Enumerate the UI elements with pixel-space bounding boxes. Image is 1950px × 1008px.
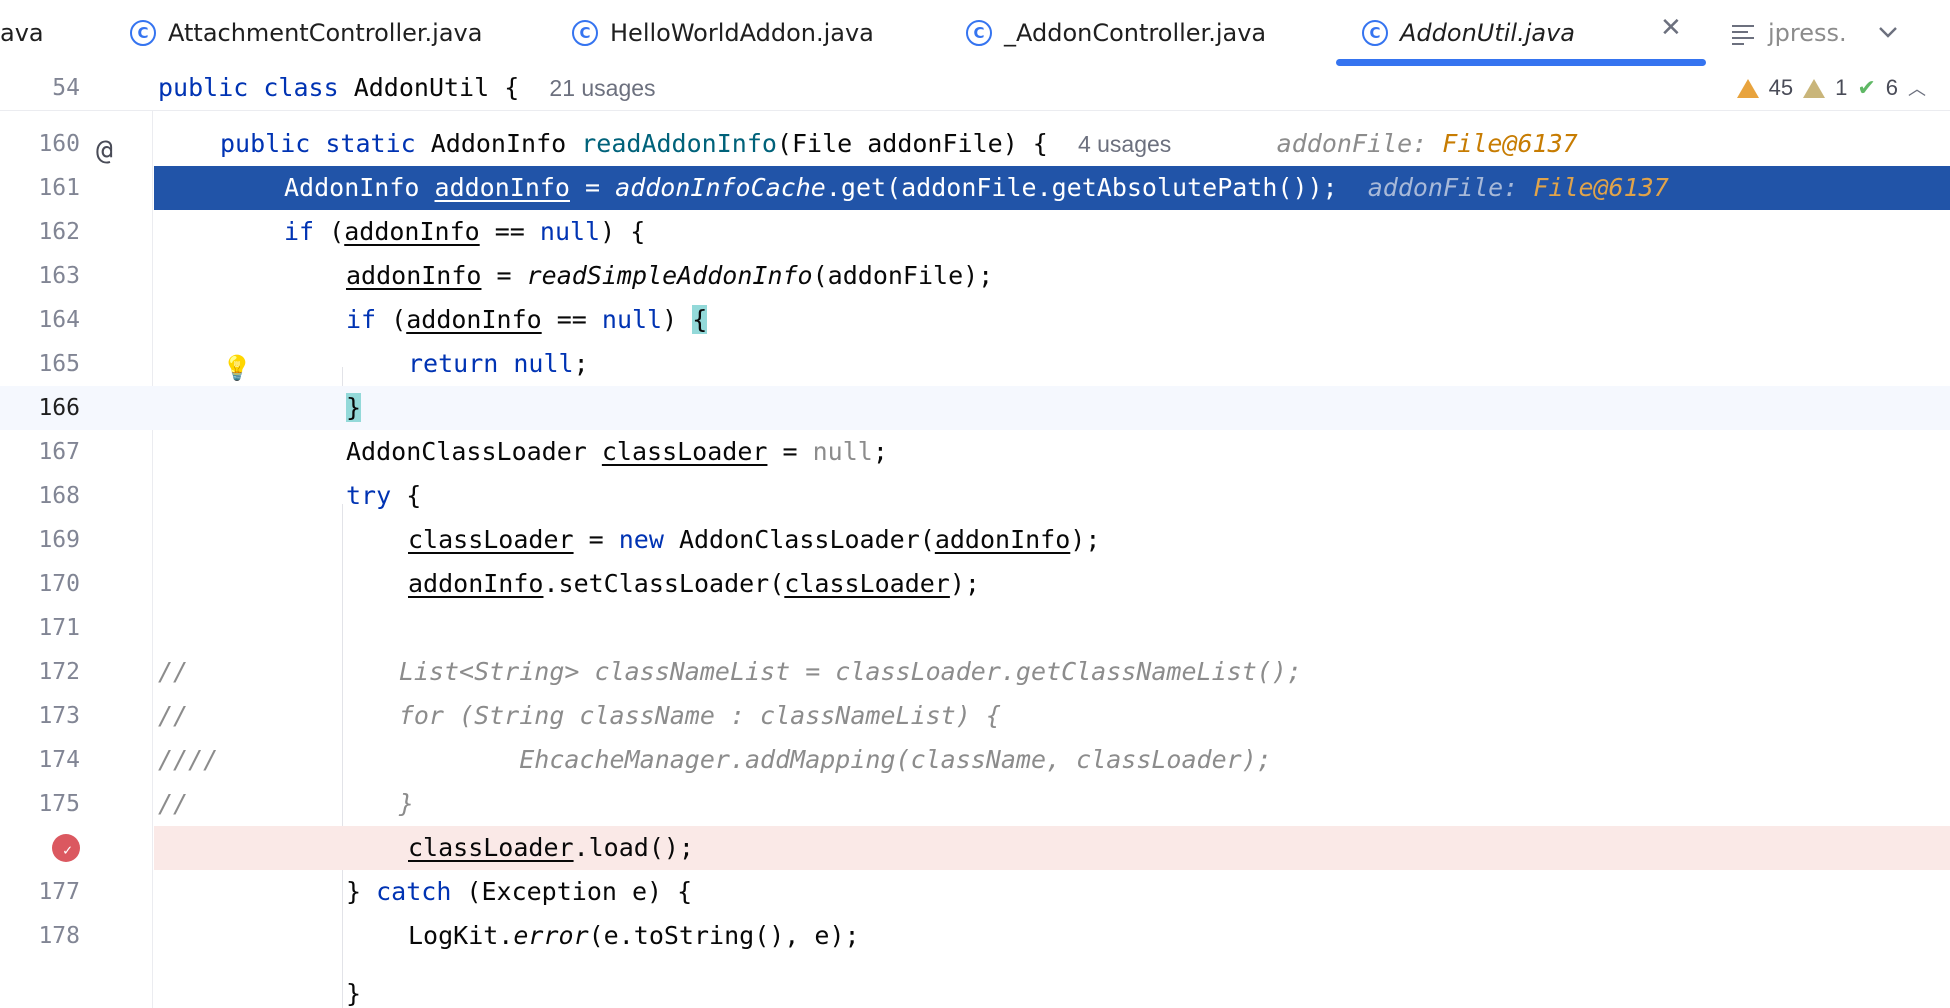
code-editor[interactable]: 54 public class AddonUtil { 21 usages 45… — [0, 66, 1950, 1008]
tab-addon-controller[interactable]: C _AddonController.java — [966, 0, 1266, 66]
tab-attachment-controller[interactable]: C AttachmentController.java — [130, 0, 482, 66]
code-text: public static AddonInfo readAddonInfo(Fi… — [220, 129, 1578, 158]
code-text: LogKit.error(e.toString(), e); — [408, 921, 860, 950]
code-text: } — [346, 393, 362, 422]
comment-text: // for (String className : classNameList… — [158, 701, 1001, 730]
gutter-cell: 161 — [0, 166, 154, 210]
code-line[interactable]: 162 if (addonInfo == null) { — [0, 210, 1950, 254]
line-number: 174 — [38, 747, 80, 773]
code-line[interactable]: 168 try { — [0, 474, 1950, 518]
code-text: AddonClassLoader classLoader = null; — [346, 437, 888, 466]
weak-warning-count: 1 — [1835, 75, 1848, 100]
line-number: 170 — [38, 571, 80, 597]
editor-tab-bar: ava C AttachmentController.java C HelloW… — [0, 0, 1950, 67]
line-number: 173 — [38, 703, 80, 729]
code-text: AddonInfo addonInfo = addonInfoCache.get… — [284, 173, 1669, 202]
code-text: try { — [346, 481, 422, 510]
gutter-cell — [0, 826, 154, 872]
code-line[interactable]: 173 // for (String className : className… — [0, 694, 1950, 738]
code-text: classLoader.load(); — [408, 833, 694, 862]
active-tab-indicator — [1336, 59, 1706, 66]
line-number: 163 — [38, 263, 80, 289]
tab-label: AttachmentController.java — [168, 19, 483, 47]
brace: { — [504, 73, 520, 102]
code-line[interactable]: 174 //// EhcacheManager.addMapping(class… — [0, 738, 1950, 782]
tab-label: jpress. — [1768, 19, 1847, 47]
comment-text: //// EhcacheManager.addMapping(className… — [158, 745, 1272, 774]
class-icon: C — [1362, 20, 1388, 46]
text-file-icon — [1732, 23, 1754, 45]
code-line[interactable]: 164 if (addonInfo == null) { — [0, 298, 1950, 342]
chevron-down-icon[interactable] — [1876, 12, 1900, 57]
code-text: classLoader = new AddonClassLoader(addon… — [408, 525, 1101, 554]
code-text: } catch (Exception e) { — [346, 877, 693, 906]
line-number: 166 — [38, 395, 80, 421]
check-icon: ✔ — [1857, 75, 1876, 100]
breakpoint-icon[interactable] — [52, 828, 80, 872]
close-icon[interactable]: ✕ — [1660, 12, 1682, 43]
sticky-header-line[interactable]: 54 public class AddonUtil { 21 usages — [0, 66, 1950, 111]
execution-point-line[interactable]: AddonInfo addonInfo = addonInfoCache.get… — [154, 166, 1950, 210]
tab-label: _AddonController.java — [1004, 19, 1267, 47]
tab-addon-util[interactable]: C AddonUtil.java — [1362, 0, 1575, 66]
line-number: 177 — [38, 879, 80, 905]
code-line[interactable]: 170 addonInfo.setClassLoader(classLoader… — [0, 562, 1950, 606]
keyword: class — [263, 73, 339, 102]
class-icon: C — [966, 20, 992, 46]
code-text: addonInfo = readSimpleAddonInfo(addonFil… — [346, 261, 994, 290]
chevron-up-icon[interactable]: ︿ — [1908, 75, 1926, 101]
code-line[interactable]: 169 classLoader = new AddonClassLoader(a… — [0, 518, 1950, 562]
code-line[interactable]: 178 LogKit.error(e.toString(), e); — [0, 914, 1950, 958]
tab-jpress[interactable]: jpress. — [1732, 0, 1847, 66]
class-icon: C — [572, 20, 598, 46]
code-line[interactable]: } — [0, 958, 1950, 1008]
line-number: 172 — [38, 659, 80, 685]
caret-line[interactable]: 166 } — [0, 386, 1950, 430]
code-line[interactable]: 175 // } — [0, 782, 1950, 826]
code-line[interactable]: 165 💡 return null; — [0, 342, 1950, 386]
line-number: 171 — [38, 615, 80, 641]
problems-widget[interactable]: 45 1 ✔ 6 ︿ — [1720, 66, 1950, 110]
code-line[interactable]: 177 } catch (Exception e) { — [0, 870, 1950, 914]
line-number: 167 — [38, 439, 80, 465]
code-line[interactable]: 167 AddonClassLoader classLoader = null; — [0, 430, 1950, 474]
keyword: public — [158, 73, 249, 102]
class-icon: C — [130, 20, 156, 46]
code-text: addonInfo.setClassLoader(classLoader); — [408, 569, 980, 598]
line-number: 175 — [38, 791, 80, 817]
tab-label: HelloWorldAddon.java — [610, 19, 874, 47]
ok-count: 6 — [1885, 75, 1898, 100]
line-number: 54 — [52, 75, 80, 101]
lightbulb-icon[interactable]: 💡 — [222, 346, 252, 390]
line-number: 165 — [38, 351, 80, 377]
tab-partial-java[interactable]: ava — [0, 0, 44, 66]
weak-warning-icon — [1803, 78, 1826, 98]
line-number: 168 — [38, 483, 80, 509]
line-number: 162 — [38, 219, 80, 245]
warning-icon — [1736, 78, 1759, 98]
tab-label: AddonUtil.java — [1400, 19, 1576, 47]
comment-text: // List<String> classNameList = classLoa… — [158, 657, 1302, 686]
code-text: } — [346, 979, 362, 1008]
line-number: 178 — [38, 923, 80, 949]
code-text: if (addonInfo == null) { — [346, 305, 708, 334]
usages-hint[interactable]: 21 usages — [549, 75, 655, 101]
line-number: 161 — [38, 175, 80, 201]
code-text: return null; — [408, 349, 589, 378]
breakpoint-line[interactable]: classLoader.load(); — [154, 826, 1950, 870]
tab-hello-world-addon[interactable]: C HelloWorldAddon.java — [572, 0, 874, 66]
line-number: 169 — [38, 527, 80, 553]
tab-label: ava — [0, 19, 44, 47]
code-text: if (addonInfo == null) { — [284, 217, 646, 246]
code-line[interactable]: 160 @ public static AddonInfo readAddonI… — [0, 122, 1950, 166]
code-line[interactable]: 171 — [0, 606, 1950, 650]
comment-text: // } — [158, 789, 414, 818]
code-line[interactable]: 172 // List<String> classNameList = clas… — [0, 650, 1950, 694]
warning-count: 45 — [1768, 75, 1794, 100]
line-number: 164 — [38, 307, 80, 333]
line-number: 160 — [38, 131, 80, 157]
code-line[interactable]: 163 addonInfo = readSimpleAddonInfo(addo… — [0, 254, 1950, 298]
class-name: AddonUtil — [353, 73, 490, 102]
